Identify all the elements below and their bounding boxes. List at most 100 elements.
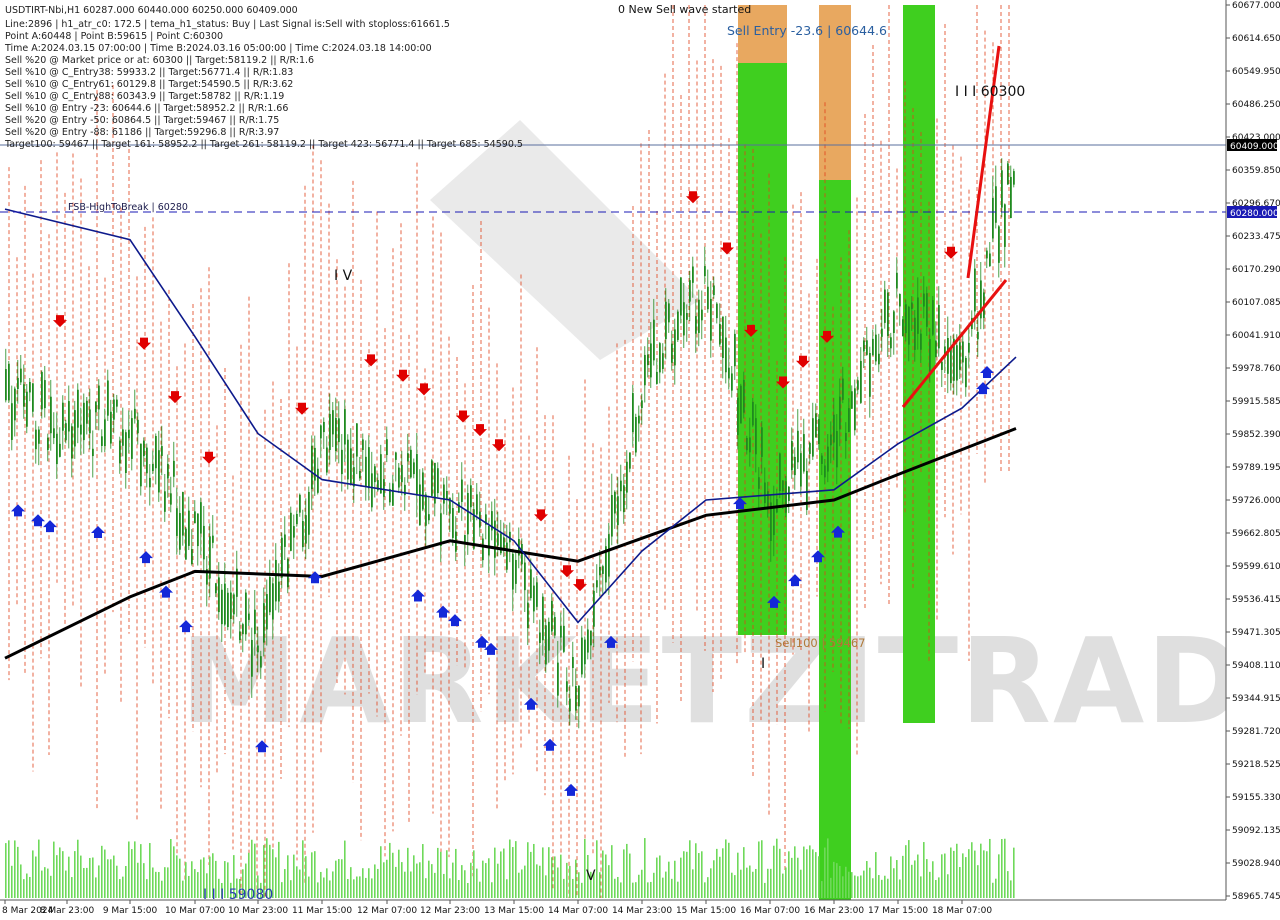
- candle-body: [470, 485, 472, 508]
- candle-body: [341, 449, 343, 475]
- candle-body: [128, 429, 130, 439]
- volume-bar: [581, 882, 583, 898]
- candle-body: [959, 342, 961, 370]
- time-tick-label: 9 Mar 15:00: [103, 906, 158, 916]
- candle-body: [482, 538, 484, 561]
- info-line-11: Target100: 59467 || Target 161: 58952.2 …: [4, 139, 523, 150]
- volume-bar: [542, 847, 544, 898]
- candle-body: [98, 385, 100, 410]
- volume-bar: [113, 855, 115, 898]
- volume-bar: [11, 865, 13, 898]
- candle-body: [659, 343, 661, 373]
- candle-body: [440, 513, 442, 547]
- volume-bar: [326, 868, 328, 898]
- candle-body: [761, 427, 763, 457]
- candle-body: [461, 479, 463, 502]
- volume-bar: [92, 857, 94, 898]
- volume-bar: [494, 847, 496, 898]
- volume-bar: [152, 867, 154, 898]
- candle-body: [998, 226, 1000, 263]
- price-axis: 60677.00060614.65060549.95060486.2506042…: [1225, 0, 1280, 920]
- wave-i-label: I: [761, 656, 765, 672]
- price-tick-label: 59218.525: [1232, 760, 1280, 770]
- candle-body: [194, 511, 196, 524]
- candle-body: [905, 304, 907, 334]
- candle-body: [347, 439, 349, 480]
- candle-body: [425, 494, 427, 526]
- candle-body: [398, 467, 400, 488]
- candle-body: [695, 316, 697, 334]
- candle-body: [14, 388, 16, 421]
- candle-body: [857, 380, 859, 390]
- volume-bar: [101, 845, 103, 898]
- volume-bar: [806, 849, 808, 898]
- volume-bar: [794, 846, 796, 898]
- volume-bar: [554, 856, 556, 898]
- volume-bar: [344, 840, 346, 898]
- candle-body: [962, 341, 964, 363]
- volume-bar: [575, 859, 577, 898]
- volume-bar: [899, 879, 901, 898]
- current-price-badge: 60409.000: [1227, 139, 1279, 152]
- price-tick-label: 60359.850: [1232, 166, 1280, 176]
- volume-bar: [950, 847, 952, 898]
- candle-body: [380, 454, 382, 494]
- volume-bar: [359, 876, 361, 898]
- candle-body: [134, 408, 136, 419]
- candle-body: [932, 300, 934, 335]
- price-tick-label: 59662.805: [1232, 529, 1280, 539]
- candle-body: [125, 432, 127, 473]
- time-tick-label: 16 Mar 23:00: [804, 906, 864, 916]
- volume-bar: [311, 852, 313, 898]
- volume-bar: [407, 847, 409, 898]
- candle-body: [263, 603, 265, 643]
- candle-body: [92, 448, 94, 457]
- volume-bar: [161, 880, 163, 898]
- volume-bar: [650, 881, 652, 898]
- volume-bar: [551, 857, 553, 898]
- volume-bar: [977, 865, 979, 898]
- volume-bar: [8, 840, 10, 898]
- candle-body: [773, 505, 775, 536]
- volume-bar: [26, 873, 28, 898]
- time-tick-label: 12 Mar 07:00: [357, 906, 417, 916]
- volume-bar: [803, 846, 805, 898]
- volume-bar: [488, 858, 490, 898]
- volume-bar: [605, 854, 607, 898]
- candle-body: [5, 369, 7, 401]
- volume-bar: [752, 871, 754, 898]
- price-tick-label: 59471.305: [1232, 628, 1280, 638]
- volume-bar: [65, 870, 67, 898]
- volume-bar: [626, 843, 628, 898]
- candle-body: [185, 528, 187, 560]
- candle-body: [740, 385, 742, 424]
- volume-bar: [506, 879, 508, 898]
- volume-bar: [503, 848, 505, 898]
- volume-bar: [896, 860, 898, 898]
- candle-body: [668, 303, 670, 323]
- volume-bar: [74, 851, 76, 898]
- time-tick-label: 15 Mar 15:00: [676, 906, 736, 916]
- volume-bar: [431, 864, 433, 898]
- volume-bar: [491, 882, 493, 898]
- volume-bar: [140, 844, 142, 898]
- volume-bar: [47, 868, 49, 898]
- price-tick-label: 59852.390: [1232, 430, 1280, 440]
- volume-bar: [515, 841, 517, 898]
- candle-body: [707, 286, 709, 310]
- candle-body: [248, 613, 250, 620]
- candle-body: [923, 293, 925, 307]
- candle-body: [626, 461, 628, 493]
- volume-bar: [719, 856, 721, 898]
- candle-body: [893, 311, 895, 334]
- candle-body: [179, 513, 181, 550]
- candle-body: [494, 520, 496, 558]
- volume-bar: [914, 860, 916, 898]
- volume-bar: [938, 877, 940, 898]
- candle-body: [50, 396, 52, 434]
- candle-body: [821, 455, 823, 464]
- price-tick-label: 59536.415: [1232, 595, 1280, 605]
- price-tick-label: 59789.195: [1232, 463, 1280, 473]
- volume-bar: [848, 871, 850, 898]
- candle-body: [758, 477, 760, 489]
